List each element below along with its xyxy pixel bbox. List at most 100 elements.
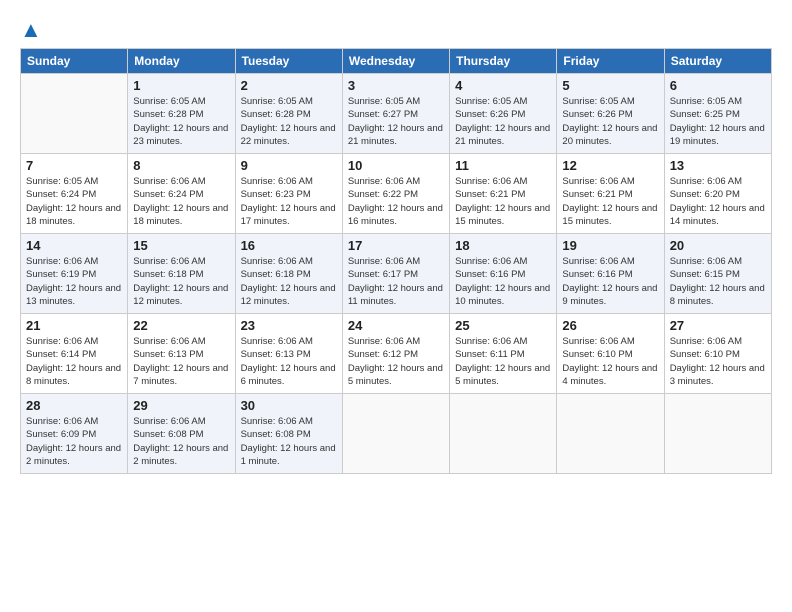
calendar-cell: 13 Sunrise: 6:06 AMSunset: 6:20 PMDayligh… xyxy=(664,154,771,234)
calendar-cell xyxy=(450,394,557,474)
day-number: 13 xyxy=(670,158,766,173)
day-number: 24 xyxy=(348,318,444,333)
calendar-cell: 6 Sunrise: 6:05 AMSunset: 6:25 PMDaylight… xyxy=(664,74,771,154)
day-number: 11 xyxy=(455,158,551,173)
day-info: Sunrise: 6:05 AMSunset: 6:28 PMDaylight:… xyxy=(133,95,229,148)
day-info: Sunrise: 6:06 AMSunset: 6:23 PMDaylight:… xyxy=(241,175,337,228)
calendar-cell: 11 Sunrise: 6:06 AMSunset: 6:21 PMDayligh… xyxy=(450,154,557,234)
calendar-cell: 1 Sunrise: 6:05 AMSunset: 6:28 PMDaylight… xyxy=(128,74,235,154)
day-info: Sunrise: 6:05 AMSunset: 6:26 PMDaylight:… xyxy=(455,95,551,148)
day-info: Sunrise: 6:06 AMSunset: 6:10 PMDaylight:… xyxy=(562,335,658,388)
day-number: 29 xyxy=(133,398,229,413)
day-info: Sunrise: 6:06 AMSunset: 6:11 PMDaylight:… xyxy=(455,335,551,388)
calendar-cell: 4Sunrise: 6:05 AMSunset: 6:26 PMDaylight… xyxy=(450,74,557,154)
day-number: 18 xyxy=(455,238,551,253)
day-info: Sunrise: 6:06 AMSunset: 6:16 PMDaylight:… xyxy=(562,255,658,308)
calendar-cell: 29 Sunrise: 6:06 AMSunset: 6:08 PMDayligh… xyxy=(128,394,235,474)
calendar-cell: 21 Sunrise: 6:06 AMSunset: 6:14 PMDayligh… xyxy=(21,314,128,394)
calendar-week-row: 14 Sunrise: 6:06 AMSunset: 6:19 PMDayligh… xyxy=(21,234,772,314)
day-number: 17 xyxy=(348,238,444,253)
logo: ▲ xyxy=(20,18,42,38)
header-friday: Friday xyxy=(557,49,664,74)
calendar-cell: 12Sunrise: 6:06 AMSunset: 6:21 PMDayligh… xyxy=(557,154,664,234)
day-info: Sunrise: 6:06 AMSunset: 6:08 PMDaylight:… xyxy=(133,415,229,468)
calendar-cell: 2 Sunrise: 6:05 AMSunset: 6:28 PMDaylight… xyxy=(235,74,342,154)
day-number: 5 xyxy=(562,78,658,93)
day-number: 6 xyxy=(670,78,766,93)
calendar-cell: 3 Sunrise: 6:05 AMSunset: 6:27 PMDaylight… xyxy=(342,74,449,154)
header-tuesday: Tuesday xyxy=(235,49,342,74)
day-number: 16 xyxy=(241,238,337,253)
day-info: Sunrise: 6:05 AMSunset: 6:28 PMDaylight:… xyxy=(241,95,337,148)
day-number: 12 xyxy=(562,158,658,173)
day-number: 25 xyxy=(455,318,551,333)
day-info: Sunrise: 6:06 AMSunset: 6:18 PMDaylight:… xyxy=(241,255,337,308)
calendar-cell: 10 Sunrise: 6:06 AMSunset: 6:22 PMDayligh… xyxy=(342,154,449,234)
logo-text: ▲ xyxy=(20,18,42,42)
weekday-header-row: Sunday Monday Tuesday Wednesday Thursday… xyxy=(21,49,772,74)
calendar-cell: 15Sunrise: 6:06 AMSunset: 6:18 PMDayligh… xyxy=(128,234,235,314)
calendar-cell: 7Sunrise: 6:05 AMSunset: 6:24 PMDaylight… xyxy=(21,154,128,234)
calendar-cell: 26Sunrise: 6:06 AMSunset: 6:10 PMDayligh… xyxy=(557,314,664,394)
calendar-cell xyxy=(342,394,449,474)
calendar-cell: 14 Sunrise: 6:06 AMSunset: 6:19 PMDayligh… xyxy=(21,234,128,314)
day-info: Sunrise: 6:06 AMSunset: 6:13 PMDaylight:… xyxy=(241,335,337,388)
calendar-cell: 27Sunrise: 6:06 AMSunset: 6:10 PMDayligh… xyxy=(664,314,771,394)
day-number: 14 xyxy=(26,238,122,253)
day-info: Sunrise: 6:06 AMSunset: 6:09 PMDaylight:… xyxy=(26,415,122,468)
day-info: Sunrise: 6:06 AMSunset: 6:21 PMDaylight:… xyxy=(455,175,551,228)
day-number: 2 xyxy=(241,78,337,93)
calendar-table: Sunday Monday Tuesday Wednesday Thursday… xyxy=(20,48,772,474)
day-info: Sunrise: 6:05 AMSunset: 6:26 PMDaylight:… xyxy=(562,95,658,148)
day-number: 8 xyxy=(133,158,229,173)
calendar-cell xyxy=(21,74,128,154)
day-number: 21 xyxy=(26,318,122,333)
day-number: 20 xyxy=(670,238,766,253)
header-wednesday: Wednesday xyxy=(342,49,449,74)
day-info: Sunrise: 6:06 AMSunset: 6:14 PMDaylight:… xyxy=(26,335,122,388)
day-number: 10 xyxy=(348,158,444,173)
day-info: Sunrise: 6:05 AMSunset: 6:25 PMDaylight:… xyxy=(670,95,766,148)
day-info: Sunrise: 6:06 AMSunset: 6:12 PMDaylight:… xyxy=(348,335,444,388)
day-info: Sunrise: 6:05 AMSunset: 6:24 PMDaylight:… xyxy=(26,175,122,228)
header-monday: Monday xyxy=(128,49,235,74)
page: ▲ Sunday Monday Tuesday Wednesday Thursd… xyxy=(0,0,792,612)
calendar-cell: 16 Sunrise: 6:06 AMSunset: 6:18 PMDayligh… xyxy=(235,234,342,314)
day-info: Sunrise: 6:06 AMSunset: 6:24 PMDaylight:… xyxy=(133,175,229,228)
calendar-cell: 17 Sunrise: 6:06 AMSunset: 6:17 PMDayligh… xyxy=(342,234,449,314)
day-number: 23 xyxy=(241,318,337,333)
calendar-cell: 24 Sunrise: 6:06 AMSunset: 6:12 PMDayligh… xyxy=(342,314,449,394)
day-number: 15 xyxy=(133,238,229,253)
calendar-week-row: 7Sunrise: 6:05 AMSunset: 6:24 PMDaylight… xyxy=(21,154,772,234)
day-number: 30 xyxy=(241,398,337,413)
calendar-cell: 22Sunrise: 6:06 AMSunset: 6:13 PMDayligh… xyxy=(128,314,235,394)
day-number: 28 xyxy=(26,398,122,413)
day-info: Sunrise: 6:06 AMSunset: 6:20 PMDaylight:… xyxy=(670,175,766,228)
calendar-cell: 28 Sunrise: 6:06 AMSunset: 6:09 PMDayligh… xyxy=(21,394,128,474)
calendar-cell xyxy=(557,394,664,474)
header-saturday: Saturday xyxy=(664,49,771,74)
calendar-cell: 18Sunrise: 6:06 AMSunset: 6:16 PMDayligh… xyxy=(450,234,557,314)
header-area: ▲ xyxy=(20,18,772,38)
day-info: Sunrise: 6:06 AMSunset: 6:19 PMDaylight:… xyxy=(26,255,122,308)
calendar-cell: 9 Sunrise: 6:06 AMSunset: 6:23 PMDaylight… xyxy=(235,154,342,234)
calendar-week-row: 28 Sunrise: 6:06 AMSunset: 6:09 PMDayligh… xyxy=(21,394,772,474)
calendar-cell xyxy=(664,394,771,474)
calendar-cell: 8 Sunrise: 6:06 AMSunset: 6:24 PMDaylight… xyxy=(128,154,235,234)
day-number: 3 xyxy=(348,78,444,93)
day-info: Sunrise: 6:05 AMSunset: 6:27 PMDaylight:… xyxy=(348,95,444,148)
calendar-cell: 30 Sunrise: 6:06 AMSunset: 6:08 PMDayligh… xyxy=(235,394,342,474)
calendar-cell: 25 Sunrise: 6:06 AMSunset: 6:11 PMDayligh… xyxy=(450,314,557,394)
day-info: Sunrise: 6:06 AMSunset: 6:22 PMDaylight:… xyxy=(348,175,444,228)
day-number: 27 xyxy=(670,318,766,333)
day-number: 9 xyxy=(241,158,337,173)
day-info: Sunrise: 6:06 AMSunset: 6:17 PMDaylight:… xyxy=(348,255,444,308)
header-thursday: Thursday xyxy=(450,49,557,74)
calendar-cell: 19Sunrise: 6:06 AMSunset: 6:16 PMDayligh… xyxy=(557,234,664,314)
day-number: 1 xyxy=(133,78,229,93)
day-info: Sunrise: 6:06 AMSunset: 6:08 PMDaylight:… xyxy=(241,415,337,468)
day-number: 22 xyxy=(133,318,229,333)
logo-bird-icon: ▲ xyxy=(20,17,42,42)
calendar-cell: 20 Sunrise: 6:06 AMSunset: 6:15 PMDayligh… xyxy=(664,234,771,314)
day-info: Sunrise: 6:06 AMSunset: 6:15 PMDaylight:… xyxy=(670,255,766,308)
